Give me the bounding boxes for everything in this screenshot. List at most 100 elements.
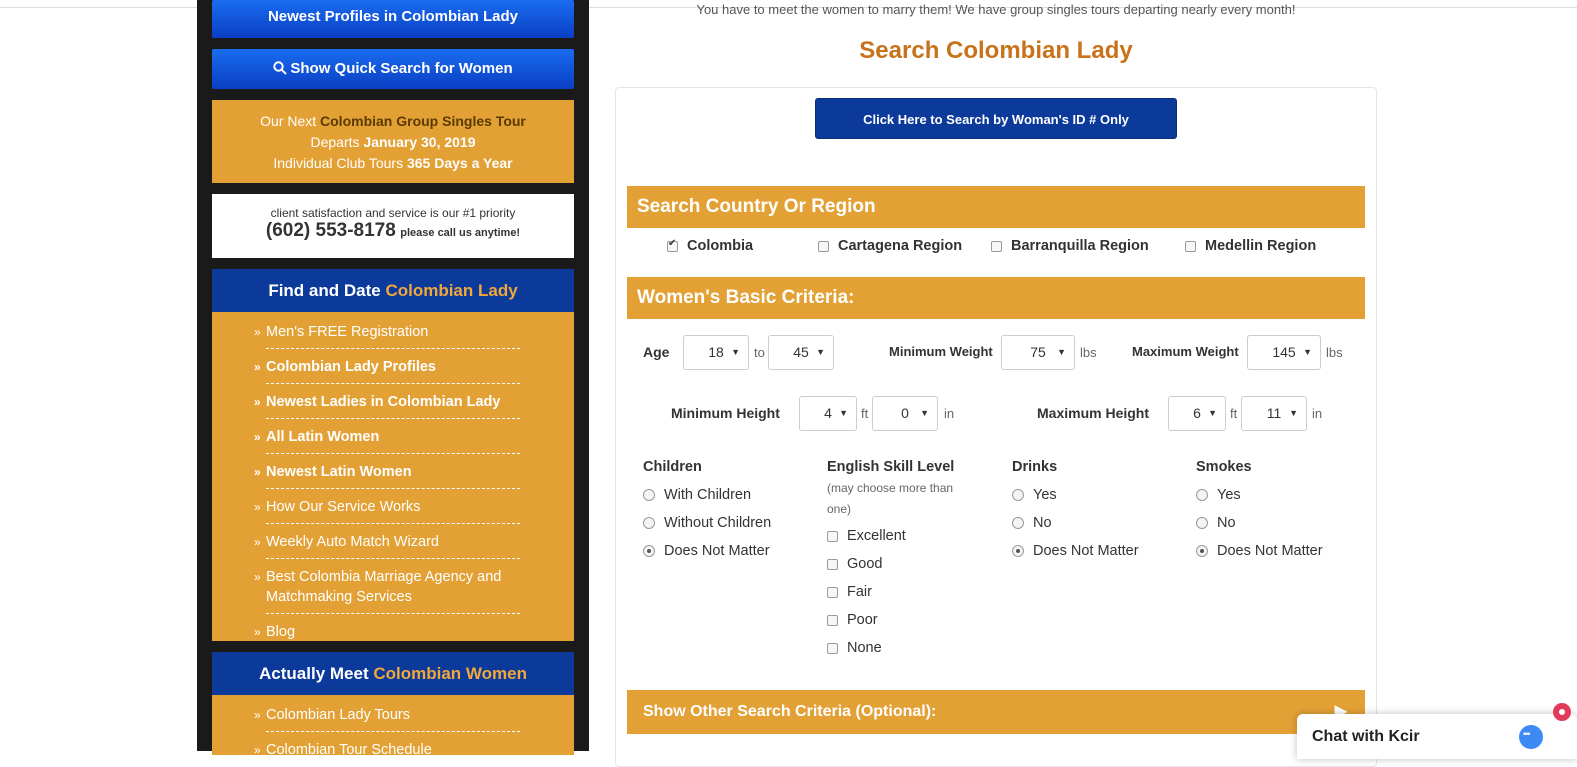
drinks-option[interactable]: Yes <box>1012 487 1057 503</box>
min-height-ft-select[interactable]: 4 ▼ <box>799 396 857 431</box>
select-value: 45 <box>793 344 809 360</box>
english-option[interactable]: Poor <box>827 612 878 628</box>
country-option-medellin[interactable]: Medellin Region <box>1185 238 1316 254</box>
select-value: 11 <box>1266 405 1282 421</box>
smokes-label: Smokes <box>1196 459 1252 475</box>
menu-item-newest-latin[interactable]: Newest Latin Women <box>254 454 520 489</box>
chat-title: Chat with Kcir <box>1312 728 1420 745</box>
checkbox[interactable] <box>827 614 838 626</box>
newest-profiles-button[interactable]: Newest Profiles in Colombian Lady <box>212 0 574 38</box>
search-icon <box>273 61 288 75</box>
country-label: Barranquilla Region <box>1011 238 1149 254</box>
radio[interactable] <box>1012 489 1024 501</box>
country-option-cartagena[interactable]: Cartagena Region <box>818 238 962 254</box>
max-height-in-select[interactable]: 11 ▼ <box>1241 396 1307 431</box>
option-label: Good <box>847 556 883 572</box>
checkbox[interactable] <box>1185 240 1196 252</box>
radio-selected[interactable] <box>643 545 655 557</box>
english-label: English Skill Level <box>827 459 955 475</box>
checkbox-checked[interactable] <box>667 238 678 252</box>
find-panel-title: Find and Date Colombian Lady <box>212 269 574 312</box>
checkbox[interactable] <box>827 586 838 598</box>
option-label: No <box>1033 515 1052 531</box>
menu-item-how-it-works[interactable]: How Our Service Works <box>254 489 520 524</box>
checkbox[interactable] <box>818 240 829 252</box>
menu-item-auto-match[interactable]: Weekly Auto Match Wizard <box>254 524 520 559</box>
meet-menu: Colombian Lady Tours Colombian Tour Sche… <box>254 697 520 755</box>
sidebar: Newest Profiles in Colombian Lady Show Q… <box>197 0 589 755</box>
option-label: Does Not Matter <box>664 543 770 559</box>
tour-link[interactable]: Colombian Group Singles Tour <box>320 113 526 129</box>
radio[interactable] <box>1196 489 1208 501</box>
english-option[interactable]: Good <box>827 556 882 572</box>
english-option[interactable]: None <box>827 640 882 656</box>
checkbox[interactable] <box>827 558 838 570</box>
ft-unit: ft <box>861 406 869 421</box>
chat-bubble-icon[interactable] <box>1519 725 1543 749</box>
phone-tagline: client satisfaction and service is our #… <box>270 206 516 220</box>
search-by-id-button[interactable]: Click Here to Search by Woman's ID # Onl… <box>815 98 1177 139</box>
min-height-in-select[interactable]: 0 ▼ <box>872 396 938 431</box>
menu-item-best-agency[interactable]: Best Colombia Marriage Agency and Matchm… <box>254 559 520 614</box>
max-height-ft-select[interactable]: 6 ▼ <box>1168 396 1226 431</box>
menu-item-tour-schedule[interactable]: Colombian Tour Schedule <box>254 732 520 755</box>
smokes-option[interactable]: Yes <box>1196 487 1241 503</box>
caret-down-icon: ▼ <box>839 408 848 418</box>
caret-down-icon: ▼ <box>1303 347 1312 357</box>
children-option[interactable]: With Children <box>643 487 751 503</box>
option-label: Yes <box>1033 487 1057 503</box>
max-weight-select[interactable]: 145 ▼ <box>1247 335 1321 370</box>
find-title-highlight: Colombian Lady <box>385 281 518 300</box>
radio[interactable] <box>1196 517 1208 529</box>
quick-search-button[interactable]: Show Quick Search for Women <box>212 49 574 89</box>
age-from-select[interactable]: 18 ▼ <box>683 335 749 370</box>
checkbox[interactable] <box>827 642 838 654</box>
tour-line2-prefix: Departs <box>310 134 364 150</box>
radio-selected[interactable] <box>1012 545 1024 557</box>
chat-widget[interactable]: Chat with Kcir <box>1297 714 1577 759</box>
option-label: Fair <box>847 584 872 600</box>
smokes-option[interactable]: No <box>1196 515 1236 531</box>
tour-days: 365 Days a Year <box>406 155 513 171</box>
option-label: Excellent <box>847 528 906 544</box>
country-label: Medellin Region <box>1205 238 1317 254</box>
find-title-prefix: Find and Date <box>268 281 386 300</box>
other-criteria-toggle[interactable]: Show Other Search Criteria (Optional): ▶ <box>627 690 1365 734</box>
radio-selected[interactable] <box>1196 545 1208 557</box>
option-label: Without Children <box>664 515 772 531</box>
menu-item-newest-ladies[interactable]: Newest Ladies in Colombian Lady <box>254 384 520 419</box>
find-panel-body: Men's FREE Registration Colombian Lady P… <box>212 312 574 642</box>
in-unit: in <box>1312 406 1323 421</box>
checkbox[interactable] <box>827 530 838 542</box>
menu-item-blog[interactable]: Blog <box>254 614 520 648</box>
country-option-colombia[interactable]: Colombia <box>667 238 753 254</box>
radio[interactable] <box>643 517 655 529</box>
menu-item-registration[interactable]: Men's FREE Registration <box>254 314 520 349</box>
ft-unit: ft <box>1230 406 1238 421</box>
smokes-option[interactable]: Does Not Matter <box>1196 543 1323 559</box>
radio[interactable] <box>1012 517 1024 529</box>
english-option[interactable]: Excellent <box>827 528 906 544</box>
menu-item-profiles[interactable]: Colombian Lady Profiles <box>254 349 520 384</box>
children-option[interactable]: Without Children <box>643 515 771 531</box>
meet-panel-body: Colombian Lady Tours Colombian Tour Sche… <box>212 695 574 755</box>
english-option[interactable]: Fair <box>827 584 872 600</box>
radio[interactable] <box>643 489 655 501</box>
lbs-unit: lbs <box>1326 345 1343 360</box>
option-label: No <box>1217 515 1236 531</box>
menu-item-all-latin[interactable]: All Latin Women <box>254 419 520 454</box>
drinks-option[interactable]: Does Not Matter <box>1012 543 1139 559</box>
country-option-barranquilla[interactable]: Barranquilla Region <box>991 238 1149 254</box>
tour-line1-prefix: Our Next <box>260 113 321 129</box>
drinks-option[interactable]: No <box>1012 515 1052 531</box>
checkbox[interactable] <box>991 240 1002 252</box>
min-weight-select[interactable]: 75 ▼ <box>1001 335 1075 370</box>
english-note: (may choose more than one) <box>827 481 954 516</box>
menu-item-tours[interactable]: Colombian Lady Tours <box>254 697 520 732</box>
meet-panel-title: Actually Meet Colombian Women <box>212 652 574 695</box>
age-to-select[interactable]: 45 ▼ <box>768 335 834 370</box>
min-height-label: Minimum Height <box>671 405 780 421</box>
phone-banner[interactable]: client satisfaction and service is our #… <box>212 194 574 258</box>
notification-dot-icon[interactable] <box>1553 703 1571 721</box>
children-option[interactable]: Does Not Matter <box>643 543 770 559</box>
